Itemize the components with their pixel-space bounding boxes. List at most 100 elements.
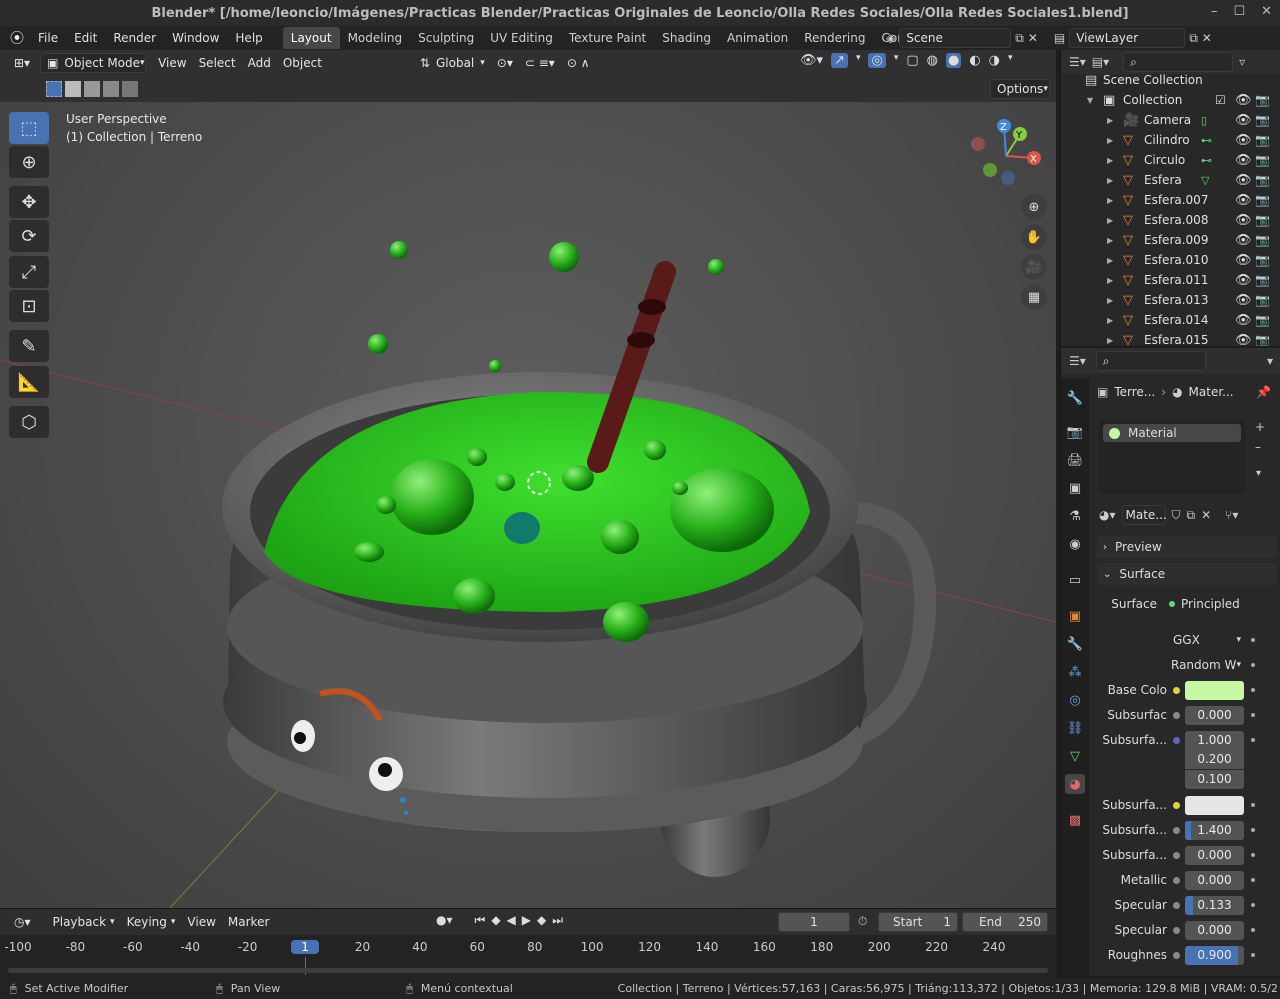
data-tab[interactable]: ▽: [1065, 746, 1085, 766]
outliner-item[interactable]: ▶ ▽ Esfera.013 👁 📷: [1061, 290, 1280, 310]
mode-selector[interactable]: ▣ Object Mode ▾: [40, 53, 147, 73]
value-slider[interactable]: 0.000: [1185, 845, 1244, 865]
menu-help[interactable]: Help: [227, 26, 270, 50]
xray-icon[interactable]: ▢: [906, 53, 918, 68]
options-button[interactable]: Options ▾: [990, 79, 1050, 99]
blender-logo-icon[interactable]: ⦿: [0, 28, 30, 48]
stopwatch-icon[interactable]: ⏱: [858, 914, 867, 929]
physics-tab[interactable]: ◎: [1065, 690, 1085, 710]
start-frame-field[interactable]: Start 1: [878, 912, 958, 932]
measure-tool[interactable]: 📐: [9, 366, 49, 398]
overlay-icon[interactable]: ◎: [868, 53, 886, 68]
menu-edit[interactable]: Edit: [66, 26, 105, 50]
surface-shader-button[interactable]: Principled: [1163, 594, 1245, 614]
menu-file[interactable]: File: [30, 26, 66, 50]
value-slider[interactable]: 0.000: [1185, 920, 1244, 940]
eye-icon[interactable]: 👁: [1235, 133, 1252, 148]
outliner-item[interactable]: ▶ ▽ Esfera.010 👁 📷: [1061, 250, 1280, 270]
scene-icon[interactable]: ◈: [886, 31, 895, 45]
tool-tab[interactable]: 🔧: [1065, 388, 1085, 408]
particles-tab[interactable]: ⁂: [1065, 662, 1085, 682]
preview-panel-header[interactable]: › Preview: [1097, 536, 1277, 558]
jump-start-icon[interactable]: ⏮: [475, 913, 486, 928]
base-color-swatch[interactable]: [1185, 680, 1244, 700]
new-scene-icon[interactable]: ⧉: [1015, 31, 1024, 46]
outliner-item[interactable]: ▶ 🎥 Camera ▯ 👁 📷: [1061, 110, 1280, 130]
outliner-item[interactable]: ▶ ▽ Esfera.009 👁 📷: [1061, 230, 1280, 250]
eye-icon[interactable]: 👁: [1235, 233, 1252, 248]
eye-icon[interactable]: 👁: [1235, 273, 1252, 288]
material-slot[interactable]: Material: [1103, 424, 1241, 442]
next-keyframe-icon[interactable]: ◆: [537, 913, 546, 928]
outliner-item[interactable]: ▶ ▽ Esfera.008 👁 📷: [1061, 210, 1280, 230]
prev-keyframe-icon[interactable]: ◆: [491, 913, 500, 928]
surface-panel-header[interactable]: ⌄ Surface: [1097, 563, 1277, 585]
new-viewlayer-icon[interactable]: ⧉: [1189, 31, 1198, 46]
value-slider[interactable]: 1.400: [1185, 820, 1244, 840]
menu-window[interactable]: Window: [164, 26, 227, 50]
menu-keying[interactable]: Keying ▾: [121, 912, 182, 932]
orientation-selector[interactable]: ⇅ Global ▾: [414, 53, 491, 73]
timeline-scrollbar[interactable]: [8, 968, 1048, 973]
render-tab[interactable]: 📷: [1065, 422, 1085, 442]
material-slot-list[interactable]: Material: [1099, 420, 1245, 494]
chevron-right-icon[interactable]: ▶: [1107, 256, 1113, 265]
render-camera-icon[interactable]: 📷: [1255, 153, 1270, 167]
eye-icon[interactable]: 👁: [1235, 153, 1252, 168]
scene-tab[interactable]: ⚗: [1065, 506, 1085, 526]
material-tab[interactable]: ◕: [1065, 774, 1085, 794]
properties-search-input[interactable]: ⌕: [1095, 351, 1206, 371]
chevron-right-icon[interactable]: ▶: [1107, 316, 1113, 325]
object-tab[interactable]: ▣: [1065, 606, 1085, 626]
menu-timeline-view[interactable]: View: [181, 912, 221, 932]
tab-shading[interactable]: Shading: [654, 27, 719, 49]
chevron-right-icon[interactable]: ▶: [1107, 196, 1113, 205]
distribution-dropdown[interactable]: GGX ▾: [1167, 630, 1245, 650]
shading-wireframe-icon[interactable]: ◍: [927, 53, 938, 68]
menu-render[interactable]: Render: [105, 26, 164, 50]
menu-add[interactable]: Add: [242, 53, 277, 73]
scale-tool[interactable]: ⤢: [9, 256, 49, 288]
jump-end-icon[interactable]: ⏭: [552, 913, 563, 928]
slot-menu-chevron-icon[interactable]: ▾: [1256, 468, 1261, 479]
value-slider[interactable]: 1.000: [1185, 730, 1244, 750]
play-reverse-icon[interactable]: ◀: [507, 913, 516, 928]
outliner-item[interactable]: ▶ ▽ Esfera.011 👁 📷: [1061, 270, 1280, 290]
material-browse-icon[interactable]: ◕▾: [1099, 508, 1116, 522]
pin-icon[interactable]: 📌: [1256, 385, 1271, 399]
pivot-icon[interactable]: ⊙▾: [491, 53, 519, 73]
3d-viewport[interactable]: User Perspective (1) Collection | Terren…: [0, 102, 1056, 908]
value-slider[interactable]: 0.100: [1185, 769, 1244, 789]
select-subtract-icon[interactable]: [84, 81, 100, 97]
render-camera-icon[interactable]: 📷: [1255, 233, 1270, 247]
options-chevron-icon[interactable]: ▾: [1267, 354, 1273, 368]
constraints-tab[interactable]: ⛓: [1065, 718, 1085, 738]
navigation-gizmo[interactable]: X Y Z: [968, 116, 1048, 196]
gizmo-icon[interactable]: ↗: [831, 53, 848, 68]
proportional-edit-icon[interactable]: ⊙ ∧: [561, 53, 596, 73]
outliner-item[interactable]: ▶ ▽ Esfera.007 👁 📷: [1061, 190, 1280, 210]
viewlayer-icon[interactable]: ▤: [1054, 31, 1065, 45]
render-camera-icon[interactable]: 📷: [1255, 173, 1270, 187]
checkbox-icon[interactable]: ☑: [1215, 93, 1226, 107]
render-camera-icon[interactable]: 📷: [1255, 133, 1270, 147]
current-frame-field[interactable]: 1: [778, 912, 850, 932]
chevron-right-icon[interactable]: ▶: [1107, 236, 1113, 245]
play-icon[interactable]: ▶: [522, 913, 531, 928]
eye-icon[interactable]: 👁: [1235, 293, 1252, 308]
eye-icon[interactable]: 👁: [1235, 193, 1252, 208]
select-invert-icon[interactable]: [103, 81, 119, 97]
timeline-editor-icon[interactable]: ◷▾: [8, 912, 37, 932]
outliner-item[interactable]: ▶ ▽ Esfera ▽ 👁 📷: [1061, 170, 1280, 190]
snap-icon[interactable]: ⊂ ≡▾: [519, 53, 561, 73]
add-slot-button[interactable]: +: [1255, 420, 1265, 434]
maximize-icon[interactable]: ☐: [1233, 4, 1245, 19]
chevron-right-icon[interactable]: ▶: [1107, 296, 1113, 305]
breadcrumb-object[interactable]: Terre...: [1114, 385, 1155, 399]
render-camera-icon[interactable]: 📷: [1255, 213, 1270, 227]
outliner-item[interactable]: ▶ ▽ Esfera.014 👁 📷: [1061, 310, 1280, 330]
outliner-item[interactable]: ▶ ▽ Esfera.015 👁 📷: [1061, 330, 1280, 347]
texture-tab[interactable]: ▩: [1065, 810, 1085, 830]
properties-editor-icon[interactable]: ☰▾: [1069, 354, 1086, 368]
fake-user-icon[interactable]: ⛉: [1172, 508, 1181, 523]
